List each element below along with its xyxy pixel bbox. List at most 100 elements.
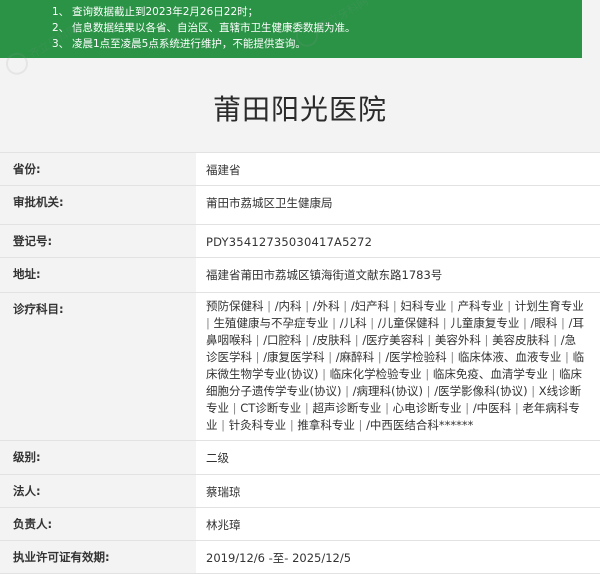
scope-separator: |: [423, 384, 435, 398]
scope-separator: |: [252, 333, 264, 347]
scope-item: 超声诊断专业: [312, 401, 382, 415]
scope-separator: |: [557, 316, 569, 330]
table-row: 级别: 二级: [0, 440, 600, 475]
scope-item: 生殖健康与不孕症专业: [213, 316, 329, 330]
scope-separator: |: [439, 316, 451, 330]
scope-item: 计划生育专业: [514, 299, 584, 313]
scope-separator: |: [351, 333, 363, 347]
scope-separator: |: [341, 384, 353, 398]
scope-item: /医疗美容科: [362, 333, 424, 347]
scope-item: /麻醉科: [335, 350, 375, 364]
notice-banner: 1、 查询数据截止到2023年2月26日22时； 2、 信息数据结果以各省、自治区、…: [0, 0, 582, 58]
row-label: 登记号:: [0, 224, 196, 258]
scope-separator: |: [480, 333, 493, 347]
scope-list: 预防保健科 | /内科 | /外科 | /妇产科 | 妇科专业 | 产科专业 |…: [196, 292, 600, 441]
scope-separator: |: [339, 299, 351, 313]
scope-separator: |: [527, 384, 539, 398]
table-row: 诊疗科目: 预防保健科 | /内科 | /外科 | /妇产科 | 妇科专业 | …: [0, 292, 600, 441]
row-label: 诊疗科目:: [0, 292, 196, 441]
scope-item: CT诊断专业: [240, 401, 302, 415]
row-label: 省份:: [0, 152, 196, 186]
row-label: 地址:: [0, 257, 196, 293]
scope-separator: |: [511, 401, 523, 415]
scope-separator: |: [519, 316, 531, 330]
scope-item: 妇科专业: [400, 299, 447, 313]
notice-line: 2、 信息数据结果以各省、自治区、直辖市卫生健康委数据为准。: [52, 22, 356, 34]
row-label: 审批机关:: [0, 185, 196, 225]
table-row: 省份: 福建省: [0, 152, 600, 186]
scope-separator: |: [324, 350, 336, 364]
scope-separator: |: [263, 299, 275, 313]
table-row: 审批机关: 莆田市荔城区卫生健康局: [0, 185, 600, 225]
scope-item: 推拿科专业: [297, 418, 355, 432]
scope-separator: |: [549, 333, 561, 347]
scope-separator: |: [229, 401, 241, 415]
row-value: 莆田市荔城区卫生健康局: [196, 185, 600, 225]
scope-item: 针灸科专业: [228, 418, 287, 432]
table-row: 执业许可证有效期: 2019/12/6 -至- 2025/12/5: [0, 540, 600, 574]
scope-separator: |: [301, 299, 313, 313]
notice-line: 1、 查询数据截止到2023年2月26日22时；: [52, 6, 259, 18]
scope-item: /中医科: [472, 401, 512, 415]
row-value: 林兆璋: [196, 507, 600, 541]
scope-item: /康复医学科: [263, 350, 325, 364]
scope-item: 临床免疫、血清学专业: [432, 367, 548, 381]
scope-item: /医学检验科: [385, 350, 447, 364]
scope-item: /儿童保健科: [377, 316, 440, 330]
scope-item: 临床体液、血液专业: [457, 350, 562, 364]
scope-item: /妇产科: [350, 299, 390, 313]
row-value: 2019/12/6 -至- 2025/12/5: [196, 540, 600, 574]
row-value: 福建省莆田市荔城区镇海街道文献东路1783号: [196, 257, 600, 293]
scope-item: 美容皮肤科: [492, 333, 550, 347]
scope-item: /眼科: [530, 316, 558, 330]
scope-separator: |: [318, 367, 330, 381]
scope-separator: |: [374, 350, 386, 364]
row-value: 蔡瑞琼: [196, 474, 600, 508]
scope-item: /内科: [274, 299, 302, 313]
scope-item: 儿童康复专业: [450, 316, 520, 330]
scope-item: /口腔科: [263, 333, 302, 347]
row-label: 执业许可证有效期:: [0, 540, 196, 574]
scope-separator: |: [461, 401, 473, 415]
scope-separator: |: [206, 316, 214, 330]
hospital-info-table: 省份: 福建省 审批机关: 莆田市荔城区卫生健康局 登记号: PDY354127…: [0, 152, 600, 574]
scope-separator: |: [301, 401, 313, 415]
scope-item: 美容外科: [434, 333, 481, 347]
scope-separator: |: [354, 418, 367, 432]
scope-separator: |: [389, 299, 401, 313]
row-label: 负责人:: [0, 507, 196, 541]
table-row: 负责人: 林兆璋: [0, 507, 600, 541]
scope-item: 心电诊断专业: [392, 401, 462, 415]
scope-separator: |: [286, 418, 298, 432]
scope-item: /病理科(协议): [352, 384, 424, 398]
table-row: 法人: 蔡瑞琼: [0, 474, 600, 508]
scope-separator: |: [366, 316, 378, 330]
table-row: 登记号: PDY35412735030417A5272: [0, 224, 600, 258]
hospital-name: 莆田阳光医院: [212, 93, 387, 126]
scope-item: /皮肤科: [312, 333, 352, 347]
scope-separator: |: [423, 333, 435, 347]
row-value: 二级: [196, 440, 600, 475]
scope-item: 预防保健科: [206, 299, 264, 313]
scope-item: 临床化学检验专业: [329, 367, 422, 381]
scope-separator: |: [217, 418, 229, 432]
scope-separator: |: [503, 299, 515, 313]
scope-separator: |: [547, 367, 560, 381]
row-label: 法人:: [0, 474, 196, 508]
scope-separator: |: [561, 350, 573, 364]
table-row: 地址: 福建省莆田市荔城区镇海街道文献东路1783号: [0, 257, 600, 293]
notice-line: 3、 凌晨1点至凌晨5点系统进行维护，不能提供查询。: [52, 38, 306, 50]
scope-item: /中西医结合科******: [366, 418, 474, 432]
scope-item: /医学影像科(协议): [434, 384, 528, 398]
row-label: 级别:: [0, 440, 196, 475]
scope-separator: |: [252, 350, 264, 364]
scope-separator: |: [421, 367, 433, 381]
scope-item: /外科: [312, 299, 340, 313]
scope-separator: |: [446, 299, 458, 313]
scope-separator: |: [301, 333, 313, 347]
scope-separator: |: [328, 316, 340, 330]
row-value: 福建省: [196, 152, 600, 186]
scope-separator: |: [381, 401, 393, 415]
scope-item: /儿科: [339, 316, 367, 330]
row-value: PDY35412735030417A5272: [196, 224, 600, 258]
